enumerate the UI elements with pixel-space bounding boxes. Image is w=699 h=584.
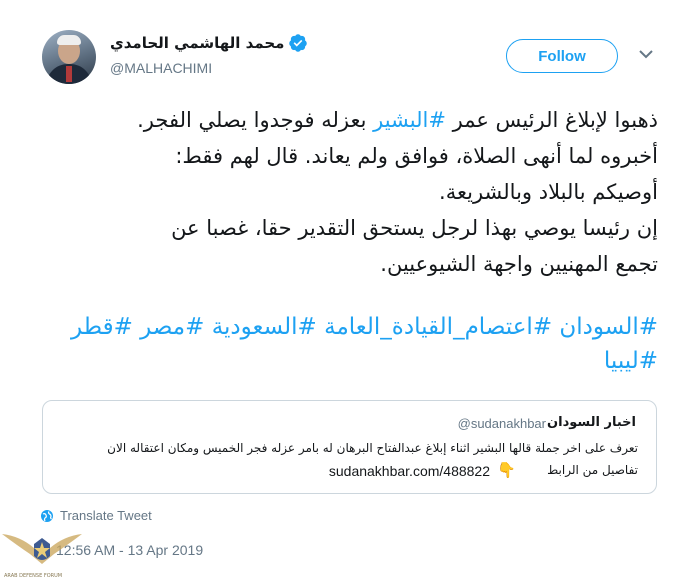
verified-badge-icon xyxy=(289,34,307,52)
tweet-line-5: تجمع المهنيين واجهة الشيوعيين. xyxy=(380,252,658,276)
quoted-url[interactable]: sudanakhbar.com/488822 xyxy=(329,463,490,479)
hashtags-line-1[interactable]: #السودان #اعتصام_القيادة_العامة #السعودي… xyxy=(40,310,658,344)
translate-label: Translate Tweet xyxy=(60,508,152,523)
tweet-text: ذهبوا لإبلاغ الرئيس عمر #البشير بعزله فو… xyxy=(40,102,658,282)
hashtags-block: #السودان #اعتصام_القيادة_العامة #السعودي… xyxy=(40,310,658,378)
avatar[interactable] xyxy=(42,30,96,84)
follow-button[interactable]: Follow xyxy=(506,39,618,73)
tweet-line-1: ذهبوا لإبلاغ الرئيس عمر #البشير بعزله فو… xyxy=(40,102,658,138)
forum-watermark-logo: ARAB DEFENSE FORUM xyxy=(0,524,84,584)
quoted-link-prefix: تفاصيل من الرابط xyxy=(547,463,638,477)
author-handle[interactable]: @MALHACHIMI xyxy=(110,60,212,76)
quoted-author-handle: @sudanakhbar xyxy=(457,416,546,431)
avatar-hair xyxy=(57,35,81,45)
author-display-name[interactable]: محمد الهاشمي الحامدي xyxy=(110,34,310,52)
tweet-line-4: إن رئيسا يوصي بهذا لرجل يستحق التقدير حق… xyxy=(171,216,658,240)
tweet-line-1-start: ذهبوا لإبلاغ الرئيس عمر xyxy=(445,108,658,132)
quoted-tweet-text: تعرف على اخر جملة قالها البشير اثناء إبل… xyxy=(107,441,638,455)
quoted-author-name: اخبار السودان xyxy=(547,415,636,430)
quoted-link-row: تفاصيل من الرابط 👇 sudanakhbar.com/48882… xyxy=(58,461,638,483)
quoted-tweet-card[interactable]: اخبار السودان @sudanakhbar تعرف على اخر … xyxy=(42,400,657,494)
translate-tweet-button[interactable]: Translate Tweet xyxy=(40,508,152,523)
chevron-down-icon[interactable] xyxy=(638,48,654,60)
eagle-logo-icon xyxy=(2,534,82,564)
tweet-line-2: أخبروه لما أنهى الصلاة، فوافق ولم يعاند.… xyxy=(175,144,658,168)
globe-icon xyxy=(41,509,53,522)
hashtags-line-2[interactable]: #ليبيا xyxy=(40,344,658,378)
watermark-text: ARAB DEFENSE FORUM xyxy=(4,573,63,579)
pointing-down-icon: 👇 xyxy=(497,461,516,479)
avatar-tie xyxy=(66,66,72,82)
tweet-line-1-end: بعزله فوجدوا يصلي الفجر. xyxy=(137,108,374,132)
tweet-line-3: أوصيكم بالبلاد وبالشريعة. xyxy=(439,180,658,204)
hashtag-link[interactable]: #البشير xyxy=(373,108,446,132)
